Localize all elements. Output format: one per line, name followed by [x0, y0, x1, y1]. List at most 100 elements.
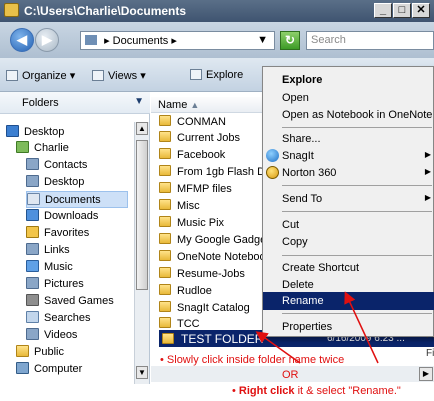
tree-item-music[interactable]: Music — [26, 259, 73, 276]
organize-button[interactable]: Organize ▾ — [6, 69, 75, 82]
address-bar[interactable]: ▸ Documents ▸ ▼ — [80, 31, 275, 50]
file-item-resume-jobs[interactable]: Resume-Jobs — [159, 267, 245, 281]
menu-item-share[interactable]: Share... — [263, 130, 434, 148]
menu-separator — [282, 127, 432, 128]
file-item-flash-drive[interactable]: From 1gb Flash Dri — [159, 165, 271, 179]
file-item-onenote[interactable]: OneNote Notebool — [159, 250, 268, 264]
menu-separator — [282, 211, 432, 212]
file-item-snagit-catalog[interactable]: SnagIt Catalog — [159, 301, 250, 315]
links-icon — [26, 243, 39, 255]
tree-item-pictures[interactable]: Pictures — [26, 276, 84, 293]
menu-item-open-onenote[interactable]: Open as Notebook in OneNote — [263, 106, 434, 124]
folder-icon — [159, 301, 171, 312]
pictures-icon — [26, 277, 39, 289]
folder-icon — [159, 317, 171, 328]
menu-item-send-to[interactable]: Send To ▶ — [263, 190, 434, 208]
type-column-fragment: File — [426, 348, 434, 359]
menu-item-copy[interactable]: Copy — [263, 233, 434, 251]
file-item-google-gadget[interactable]: My Google Gadget — [159, 233, 269, 247]
saved-games-icon — [26, 294, 39, 306]
explore-icon — [190, 69, 202, 80]
menu-item-norton-360[interactable]: Norton 360 ▶ — [263, 164, 434, 182]
annotation-right-click: • Right click it & select "Rename." — [232, 385, 401, 397]
refresh-button[interactable]: ↻ — [280, 31, 300, 50]
tree-item-favorites[interactable]: Favorites — [26, 225, 89, 242]
folders-header[interactable]: Folders ▼ — [0, 92, 150, 114]
menu-item-open[interactable]: Open — [263, 89, 434, 107]
tree-item-desktop[interactable]: Desktop — [6, 124, 64, 141]
submenu-arrow-icon: ▶ — [424, 150, 431, 159]
menu-item-snagit[interactable]: SnagIt ▶ — [263, 147, 434, 165]
tree-item-charlie[interactable]: Charlie — [16, 140, 69, 157]
file-item-tcc[interactable]: TCC — [159, 317, 200, 331]
computer-icon — [16, 362, 29, 374]
tree-item-desktop-folder[interactable]: Desktop — [26, 174, 84, 191]
desktop-folder-icon — [26, 175, 39, 187]
contacts-icon — [26, 158, 39, 170]
tree-item-documents[interactable]: Documents — [26, 191, 128, 208]
scroll-up-arrow[interactable]: ▲ — [136, 122, 148, 135]
file-item-facebook[interactable]: Facebook — [159, 148, 225, 162]
file-item-conman[interactable]: CONMAN — [159, 115, 226, 129]
address-row: ◀ ▶ ▸ Documents ▸ ▼ ↻ Search — [0, 22, 434, 58]
public-folder-icon — [16, 345, 29, 357]
menu-separator — [282, 185, 432, 186]
file-item-music-pix[interactable]: Music Pix — [159, 216, 224, 230]
snagit-icon — [266, 149, 279, 162]
tree-item-links[interactable]: Links — [26, 242, 70, 259]
context-menu: Explore Open Open as Notebook in OneNote… — [262, 66, 434, 337]
chevron-down-icon[interactable]: ▼ — [257, 34, 268, 46]
folders-scrollbar[interactable]: ▲ ▼ — [134, 122, 149, 384]
videos-icon — [26, 328, 39, 340]
tree-item-downloads[interactable]: Downloads — [26, 208, 98, 225]
tree-item-searches[interactable]: Searches — [26, 310, 90, 327]
file-item-mfmp-files[interactable]: MFMP files — [159, 182, 232, 196]
maximize-button[interactable]: □ — [393, 3, 411, 18]
menu-separator — [282, 313, 432, 314]
file-item-misc[interactable]: Misc — [159, 199, 200, 213]
scroll-right-arrow[interactable]: ▶ — [419, 367, 433, 381]
favorites-icon — [26, 226, 39, 238]
scroll-down-arrow[interactable]: ▼ — [136, 366, 148, 379]
menu-item-cut[interactable]: Cut — [263, 216, 434, 234]
scroll-thumb[interactable] — [136, 140, 148, 290]
searches-icon — [26, 311, 39, 323]
forward-button[interactable]: ▶ — [35, 28, 59, 52]
tree-item-contacts[interactable]: Contacts — [26, 157, 87, 174]
menu-item-create-shortcut[interactable]: Create Shortcut — [263, 259, 434, 277]
folder-icon — [162, 333, 174, 344]
explore-button[interactable]: Explore — [190, 69, 243, 81]
close-button[interactable]: ✕ — [412, 3, 430, 18]
breadcrumb-documents[interactable]: Documents — [113, 35, 169, 47]
window-title: C:\Users\Charlie\Documents — [24, 4, 187, 18]
folder-icon — [159, 267, 171, 278]
submenu-arrow-icon: ▶ — [424, 167, 431, 176]
title-bar: C:\Users\Charlie\Documents _ □ ✕ — [0, 0, 434, 22]
folder-icon — [159, 199, 171, 210]
minimize-button[interactable]: _ — [374, 3, 392, 18]
tree-item-videos[interactable]: Videos — [26, 327, 77, 344]
menu-separator — [282, 255, 432, 256]
tree-item-computer[interactable]: Computer — [16, 361, 82, 378]
folder-icon — [4, 3, 19, 17]
back-button[interactable]: ◀ — [10, 28, 34, 52]
folder-icon — [159, 250, 171, 261]
search-input[interactable]: Search — [306, 31, 434, 50]
folders-pane: Folders ▼ Desktop Charlie Contacts Deskt… — [0, 92, 150, 384]
menu-item-rename[interactable]: Rename — [263, 292, 434, 310]
file-item-current-jobs[interactable]: Current Jobs — [159, 131, 240, 145]
views-button[interactable]: Views ▾ — [92, 69, 146, 82]
breadcrumb: ▸ Documents ▸ — [104, 35, 177, 47]
chevron-down-icon[interactable]: ▼ — [134, 96, 144, 107]
menu-item-explore[interactable]: Explore — [263, 71, 434, 89]
tree-item-saved-games[interactable]: Saved Games — [26, 293, 114, 310]
downloads-icon — [26, 209, 39, 221]
file-item-rudloe[interactable]: Rudloe — [159, 284, 212, 298]
tree-item-public[interactable]: Public — [16, 344, 64, 361]
desktop-icon — [6, 125, 19, 137]
folder-icon — [159, 165, 171, 176]
menu-item-properties[interactable]: Properties — [263, 318, 434, 336]
documents-icon — [27, 193, 40, 205]
folder-icon — [85, 35, 97, 45]
submenu-arrow-icon: ▶ — [424, 193, 431, 202]
